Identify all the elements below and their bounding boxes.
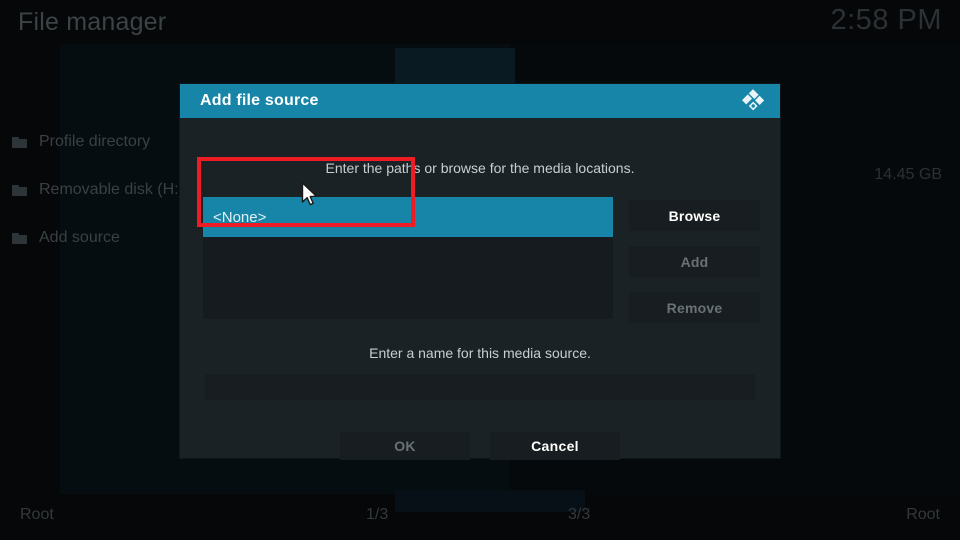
add-button[interactable]: Add (629, 246, 760, 277)
list-item-label: Add source (39, 229, 120, 246)
background-panel-accent (395, 48, 515, 88)
paths-list-item-none[interactable]: <None> (203, 197, 613, 237)
remove-button[interactable]: Remove (629, 292, 760, 323)
folder-icon (12, 184, 27, 196)
status-left-path: Root (20, 506, 54, 523)
folder-icon (12, 232, 27, 244)
kodi-logo-icon (740, 88, 766, 114)
cancel-button[interactable]: Cancel (490, 432, 620, 460)
dialog-title: Add file source (200, 92, 319, 109)
browse-button[interactable]: Browse (629, 200, 760, 231)
app-header: File manager 2:58 PM (0, 0, 960, 52)
clock: 2:58 PM (830, 4, 942, 36)
list-item-label: Removable disk (H:) (39, 181, 184, 198)
disk-size-label: 14.45 GB (874, 166, 942, 183)
status-right-path: Root (906, 506, 940, 523)
folder-icon (12, 136, 27, 148)
name-hint-text: Enter a name for this media source. (369, 345, 591, 361)
status-left-count: 1/3 (366, 506, 389, 523)
media-source-name-input[interactable] (205, 374, 755, 400)
status-bar: Root 1/3 3/3 Root (0, 496, 960, 540)
paths-hint-text: Enter the paths or browse for the media … (325, 160, 635, 176)
dialog-body: Enter the paths or browse for the media … (180, 118, 780, 460)
page-title: File manager (18, 8, 167, 36)
status-right-count: 3/3 (568, 506, 591, 523)
paths-list[interactable]: <None> (203, 197, 613, 319)
ok-button[interactable]: OK (340, 432, 470, 460)
list-item-label: Profile directory (39, 133, 151, 150)
dialog-titlebar: Add file source (180, 84, 780, 118)
add-file-source-dialog: Add file source Enter the paths or brows… (180, 84, 780, 460)
